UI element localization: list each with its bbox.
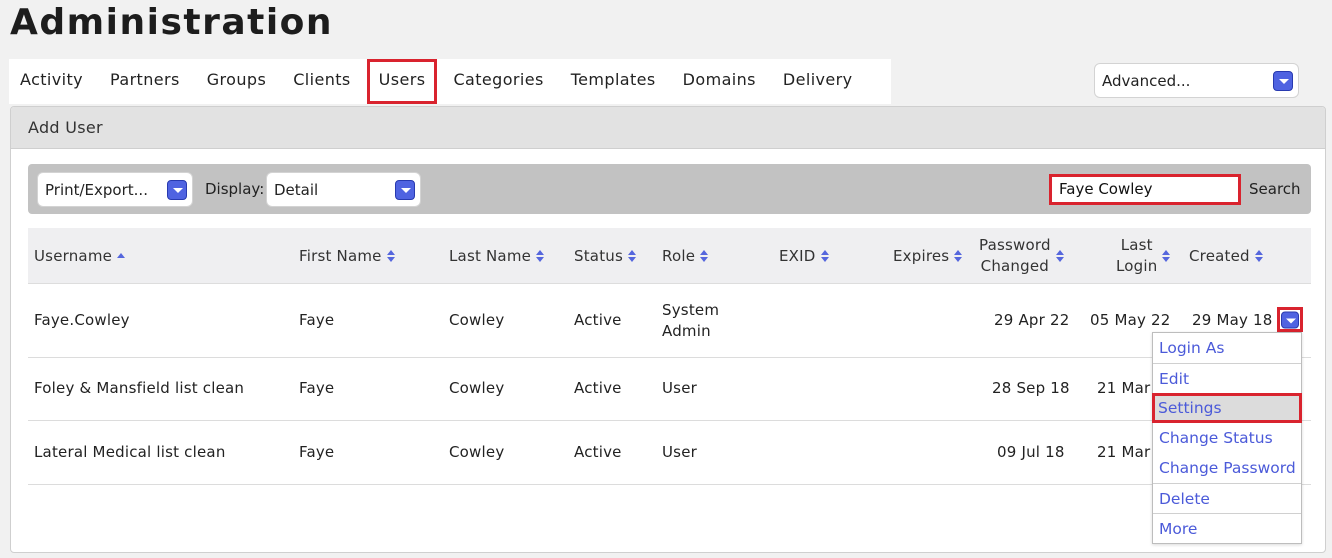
cell-first-name: Faye bbox=[299, 443, 335, 461]
col-username[interactable]: Username bbox=[34, 228, 126, 284]
col-password-changed-label: Password Changed bbox=[979, 235, 1051, 277]
users-table: Username First Name Last Name Status Rol… bbox=[28, 228, 1311, 485]
cell-first-name: Faye bbox=[299, 311, 335, 329]
tab-activity[interactable]: Activity bbox=[11, 59, 92, 104]
sort-icon bbox=[1162, 250, 1171, 262]
sort-icon bbox=[954, 250, 963, 262]
tab-domains[interactable]: Domains bbox=[674, 59, 765, 104]
cell-role: User bbox=[662, 443, 697, 461]
print-export-select[interactable]: Print/Export... bbox=[37, 172, 193, 207]
sort-icon bbox=[628, 250, 637, 262]
col-exid-label: EXID bbox=[779, 247, 816, 265]
cell-status: Active bbox=[574, 311, 622, 329]
cell-password-changed: 29 Apr 22 bbox=[994, 311, 1070, 329]
col-last-name-label: Last Name bbox=[449, 247, 532, 265]
advanced-select-value: Advanced... bbox=[1102, 71, 1191, 90]
cell-last-name: Cowley bbox=[449, 311, 505, 329]
sort-icon bbox=[536, 250, 545, 262]
display-label: Display: bbox=[205, 180, 265, 198]
tab-categories[interactable]: Categories bbox=[444, 59, 552, 104]
cell-username[interactable]: Faye.Cowley bbox=[34, 311, 130, 329]
col-password-changed[interactable]: Password Changed bbox=[979, 228, 1065, 284]
sort-icon bbox=[1254, 250, 1264, 262]
cell-password-changed: 09 Jul 18 bbox=[997, 443, 1065, 461]
users-panel: Add User Print/Export... Display: Detail… bbox=[10, 106, 1326, 553]
col-created[interactable]: Created bbox=[1189, 228, 1264, 284]
col-created-label: Created bbox=[1189, 247, 1250, 265]
col-role-label: Role bbox=[662, 247, 696, 265]
cell-role-line1: System bbox=[662, 301, 720, 319]
tab-partners[interactable]: Partners bbox=[101, 59, 189, 104]
table-header: Username First Name Last Name Status Rol… bbox=[28, 228, 1311, 284]
chevron-down-icon bbox=[1281, 311, 1299, 328]
tab-groups[interactable]: Groups bbox=[198, 59, 275, 104]
col-username-label: Username bbox=[34, 247, 113, 265]
table-row[interactable]: Foley & Mansfield list clean Faye Cowley… bbox=[28, 358, 1311, 421]
menu-change-status[interactable]: Change Status bbox=[1153, 423, 1301, 453]
search-input[interactable]: Faye Cowley bbox=[1049, 174, 1241, 205]
menu-login-as[interactable]: Login As bbox=[1153, 333, 1301, 363]
col-status[interactable]: Status bbox=[574, 228, 637, 284]
display-select[interactable]: Detail bbox=[266, 172, 421, 207]
col-first-name[interactable]: First Name bbox=[299, 228, 396, 284]
col-password-changed-line2: Changed bbox=[980, 257, 1050, 275]
cell-status: Active bbox=[574, 379, 622, 397]
cell-role-line2: Admin bbox=[662, 322, 711, 340]
tab-clients[interactable]: Clients bbox=[284, 59, 359, 104]
sort-icon bbox=[700, 250, 709, 262]
list-toolbar: Print/Export... Display: Detail Faye Cow… bbox=[28, 164, 1311, 214]
cell-last-name: Cowley bbox=[449, 443, 505, 461]
cell-username[interactable]: Lateral Medical list clean bbox=[34, 443, 226, 461]
col-last-name[interactable]: Last Name bbox=[449, 228, 545, 284]
sort-icon bbox=[386, 250, 396, 262]
table-row[interactable]: Lateral Medical list clean Faye Cowley A… bbox=[28, 421, 1311, 485]
cell-last-name: Cowley bbox=[449, 379, 505, 397]
menu-more[interactable]: More bbox=[1153, 513, 1301, 543]
cell-username[interactable]: Foley & Mansfield list clean bbox=[34, 379, 244, 397]
cell-last-login: 05 May 22 bbox=[1090, 311, 1171, 329]
menu-delete[interactable]: Delete bbox=[1153, 483, 1301, 513]
page-title: Administration bbox=[10, 2, 334, 43]
cell-first-name: Faye bbox=[299, 379, 335, 397]
cell-role: User bbox=[662, 379, 697, 397]
tab-users[interactable]: Users bbox=[366, 59, 438, 104]
menu-edit[interactable]: Edit bbox=[1153, 363, 1301, 393]
chevron-down-icon bbox=[167, 179, 187, 200]
menu-change-password[interactable]: Change Password bbox=[1153, 453, 1301, 483]
add-user-header[interactable]: Add User bbox=[11, 107, 1325, 149]
sort-icon bbox=[1055, 250, 1065, 262]
col-last-login-line1: Last bbox=[1120, 236, 1153, 254]
col-expires-label: Expires bbox=[893, 247, 950, 265]
tab-delivery[interactable]: Delivery bbox=[774, 59, 862, 104]
col-expires[interactable]: Expires bbox=[893, 228, 963, 284]
cell-created: 29 May 18 bbox=[1192, 311, 1273, 329]
advanced-select[interactable]: Advanced... bbox=[1094, 63, 1299, 98]
search-button[interactable]: Search bbox=[1249, 180, 1301, 198]
row-actions-button[interactable] bbox=[1277, 307, 1303, 332]
main-tabs: Activity Partners Groups Clients Users C… bbox=[9, 59, 891, 104]
row-actions-menu: Login As Edit Settings Change Status Cha… bbox=[1152, 332, 1302, 544]
print-export-value: Print/Export... bbox=[45, 180, 148, 199]
cell-role: System Admin bbox=[662, 300, 719, 342]
menu-settings[interactable]: Settings bbox=[1152, 393, 1302, 423]
col-role[interactable]: Role bbox=[662, 228, 709, 284]
sort-asc-icon bbox=[117, 250, 126, 262]
chevron-down-icon bbox=[1273, 70, 1293, 91]
sort-icon bbox=[820, 250, 830, 262]
tab-templates[interactable]: Templates bbox=[562, 59, 665, 104]
cell-status: Active bbox=[574, 443, 622, 461]
col-last-login-line2: Login bbox=[1116, 257, 1158, 275]
col-last-login-label: Last Login bbox=[1116, 235, 1157, 277]
col-last-login[interactable]: Last Login bbox=[1116, 228, 1171, 284]
table-row[interactable]: Faye.Cowley Faye Cowley Active System Adm… bbox=[28, 284, 1311, 358]
col-exid[interactable]: EXID bbox=[779, 228, 830, 284]
col-password-changed-line1: Password bbox=[979, 236, 1051, 254]
chevron-down-icon bbox=[395, 179, 415, 200]
col-status-label: Status bbox=[574, 247, 623, 265]
display-value: Detail bbox=[274, 180, 319, 199]
cell-password-changed: 28 Sep 18 bbox=[992, 379, 1070, 397]
col-first-name-label: First Name bbox=[299, 247, 382, 265]
